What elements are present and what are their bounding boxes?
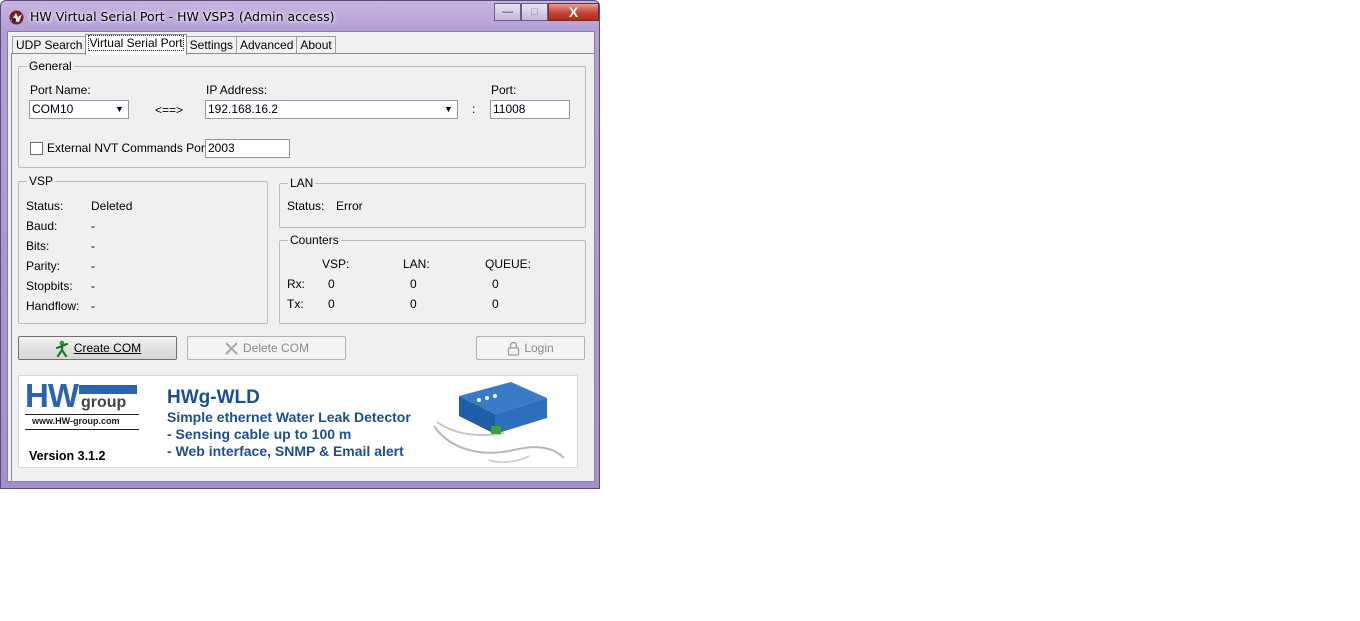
- port-name-label: Port Name:: [30, 83, 91, 97]
- tx-queue-value: 0: [492, 297, 499, 311]
- lan-status-value: Error: [336, 199, 363, 213]
- vsp-handflow-label: Handflow:: [26, 299, 80, 313]
- product-desc-2: - Sensing cable up to 100 m: [167, 426, 352, 442]
- create-com-button[interactable]: Create COM: [18, 336, 177, 360]
- mapping-arrow: <==>: [155, 103, 184, 117]
- close-button[interactable]: X: [548, 3, 599, 21]
- login-label: Login: [524, 341, 554, 355]
- logo-bar: [79, 385, 137, 394]
- hwg-banner[interactable]: HW group www.HW-group.com Version 3.1.2 …: [18, 375, 578, 468]
- rx-lan-value: 0: [410, 277, 417, 291]
- logo-group: group: [81, 394, 127, 411]
- nvt-label[interactable]: External NVT Commands Port:: [47, 141, 212, 155]
- vsp-bits-value: -: [91, 239, 95, 253]
- logo-url: www.HW-group.com: [32, 416, 120, 426]
- port-name-value: COM10: [32, 102, 74, 116]
- create-com-icon: [55, 340, 68, 357]
- vsp-status-value: Deleted: [91, 199, 133, 213]
- maximize-icon: □: [531, 6, 538, 18]
- ip-address-value: 192.168.16.2: [208, 102, 279, 116]
- ip-address-select[interactable]: 192.168.16.2 ▼: [205, 100, 458, 119]
- general-title: General: [27, 59, 74, 73]
- delete-com-button[interactable]: Delete COM: [187, 336, 346, 360]
- logo-hw: HW: [25, 377, 79, 414]
- app-icon[interactable]: [8, 9, 25, 26]
- vsp-parity-label: Parity:: [26, 259, 61, 273]
- chevron-down-icon[interactable]: ▼: [441, 102, 456, 117]
- lan-title: LAN: [288, 176, 316, 190]
- ip-address-label: IP Address:: [206, 83, 268, 97]
- minimize-icon: —: [502, 6, 513, 18]
- vsp-bits-label: Bits:: [26, 239, 50, 253]
- port-label: Port:: [491, 83, 517, 97]
- vsp-parity-value: -: [91, 259, 95, 273]
- lock-icon: [508, 341, 520, 356]
- counters-header-lan: LAN:: [403, 257, 430, 271]
- rx-label: Rx:: [287, 277, 305, 291]
- nvt-port-input[interactable]: 2003: [205, 139, 290, 158]
- chevron-down-icon[interactable]: ▼: [112, 102, 127, 117]
- delete-com-label: Delete COM: [242, 341, 310, 355]
- rx-vsp-value: 0: [328, 277, 335, 291]
- tx-lan-value: 0: [410, 297, 417, 311]
- tx-vsp-value: 0: [328, 297, 335, 311]
- port-name-select[interactable]: COM10 ▼: [29, 100, 129, 119]
- window-title: HW Virtual Serial Port - HW VSP3 (Admin …: [30, 9, 335, 24]
- logo-rule: [25, 414, 139, 415]
- port-separator: :: [472, 102, 476, 116]
- login-button[interactable]: Login: [476, 336, 585, 360]
- product-desc-1: Simple ethernet Water Leak Detector: [167, 409, 411, 425]
- product-desc-3: - Web interface, SNMP & Email alert: [167, 443, 404, 459]
- vsp-stopbits-value: -: [91, 279, 95, 293]
- port-input[interactable]: 11008: [490, 100, 570, 119]
- version-label: Version 3.1.2: [29, 449, 106, 463]
- vsp-handflow-value: -: [91, 299, 95, 313]
- counters-header-vsp: VSP:: [322, 257, 350, 271]
- counters-group: Counters: [279, 233, 586, 324]
- vsp-title: VSP: [27, 174, 56, 188]
- leak-detector-device-image: [433, 382, 565, 463]
- vsp-status-label: Status:: [26, 199, 64, 213]
- counters-title: Counters: [288, 233, 341, 247]
- nvt-checkbox[interactable]: [30, 142, 43, 155]
- vsp-stopbits-label: Stopbits:: [26, 279, 73, 293]
- tab-strip: UDP Search Virtual Serial Port Settings …: [12, 34, 336, 55]
- rx-queue-value: 0: [492, 277, 499, 291]
- counters-header-queue: QUEUE:: [485, 257, 532, 271]
- product-title: HWg-WLD: [167, 387, 260, 408]
- vsp-baud-label: Baud:: [26, 219, 58, 233]
- minimize-button[interactable]: —: [494, 3, 521, 21]
- lan-group: LAN: [279, 176, 586, 228]
- tab-virtual-serial-port[interactable]: Virtual Serial Port: [85, 34, 187, 55]
- hw-group-logo: HW group www.HW-group.com: [25, 377, 139, 431]
- tx-label: Tx:: [287, 297, 304, 311]
- delete-icon: [225, 341, 238, 355]
- logo-rule-bottom: [25, 429, 139, 430]
- create-com-label: Create COM: [73, 341, 142, 355]
- maximize-button[interactable]: □: [521, 3, 548, 21]
- lan-status-label: Status:: [287, 199, 325, 213]
- vsp-baud-value: -: [91, 219, 95, 233]
- close-icon: X: [568, 4, 579, 20]
